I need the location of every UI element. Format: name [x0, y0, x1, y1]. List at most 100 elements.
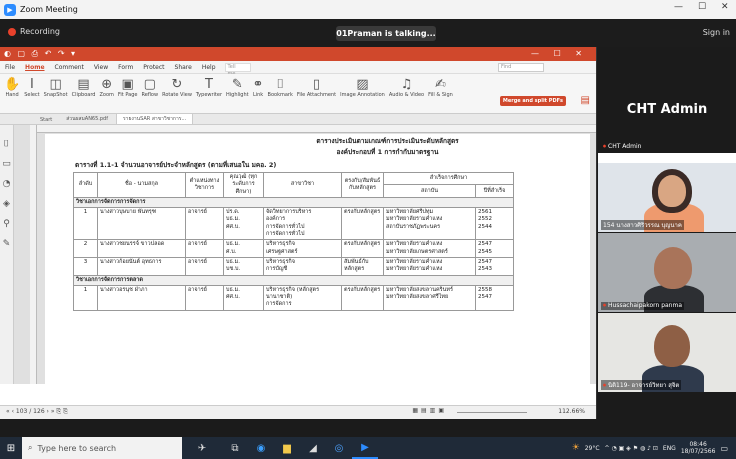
page-indicator[interactable]: 103 / 126: [16, 408, 45, 415]
signature-panel-icon[interactable]: ✎: [3, 239, 11, 249]
pages-panel-icon[interactable]: ▭: [2, 159, 11, 169]
menu-home[interactable]: Home: [20, 64, 49, 71]
chrome-icon[interactable]: ◎: [326, 437, 352, 459]
language-indicator[interactable]: ENG: [663, 445, 676, 452]
menu-form[interactable]: Form: [113, 64, 138, 71]
foxit-window-controls[interactable]: — ☐ ✕: [531, 49, 588, 58]
table-caption: ตารางที่ 1.1-1 จำนวนอาจารย์ประจำหลักสูตร…: [75, 161, 277, 169]
sign-in-link[interactable]: Sign in: [703, 28, 730, 37]
ribbon-button-audio-video[interactable]: ♫ Audio & Video: [387, 74, 426, 113]
cell-major-line: เศรษฐศาสตร์: [266, 248, 298, 255]
recording-indicator[interactable]: Recording: [8, 27, 60, 36]
snapshot-icon: ◫: [49, 77, 62, 92]
rotate-icon: ↻: [171, 77, 183, 92]
zoom-level[interactable]: 112.66%: [558, 408, 585, 415]
ribbon-button-sign[interactable]: ✍ Fill & Sign: [426, 74, 455, 113]
weather-icon[interactable]: ☀: [572, 443, 580, 453]
menu-help[interactable]: Help: [197, 64, 221, 71]
participant-tile-host[interactable]: ⏺ CHT Admin: [598, 139, 736, 151]
participant-tile-4[interactable]: ⏺ นิติ119- อาจารย์วิทยา สุจิต: [598, 313, 736, 392]
ribbon-label: Select: [24, 92, 40, 98]
merge-split-button[interactable]: Merge and split PDFs: [499, 96, 566, 106]
ribbon-button-fit-page[interactable]: ▣ Fit Page: [116, 74, 140, 113]
layers-panel-icon[interactable]: ◈: [3, 199, 10, 209]
ribbon-label: File Attachment: [296, 92, 337, 98]
menu-file[interactable]: File: [0, 64, 20, 71]
app-icon[interactable]: ◢: [300, 437, 326, 459]
windows-start-icon[interactable]: ⊞: [0, 437, 22, 459]
tab-document-1[interactable]: ส่วนผสมAN65.pdf: [60, 114, 114, 124]
group-name: วิชาเอกการจัดการการตลาด: [73, 274, 514, 286]
ribbon-button-hand[interactable]: ✋ Hand: [2, 74, 22, 113]
ribbon-button-image[interactable]: ▨ Image Annotation: [338, 74, 387, 113]
person-face: [658, 175, 686, 207]
cell-major-line: การจัดการทั่วไป: [266, 223, 305, 230]
tell-me-input[interactable]: Tell me...: [224, 62, 251, 77]
taskbar-search[interactable]: ⌕ Type here to search: [22, 437, 182, 459]
ribbon-button-zoom[interactable]: ⊕ Zoom: [97, 74, 115, 113]
find-input[interactable]: Find: [498, 63, 544, 72]
edge-icon[interactable]: ◉: [248, 437, 274, 459]
ribbon-button-link[interactable]: ⚭ Link: [251, 74, 266, 113]
hand-icon: ✋: [4, 77, 21, 92]
ribbon-button-snapshot[interactable]: ◫ SnapShot: [42, 74, 70, 113]
cortana-icon[interactable]: ✈: [182, 437, 222, 459]
participant-tile-2[interactable]: 154 นางสาวศิริวรรณ บุญนาค: [598, 153, 736, 232]
menu-share[interactable]: Share: [170, 64, 197, 71]
col-header-year: ปีที่สำเร็จ: [475, 184, 514, 198]
cell-year: 2547 2545: [475, 239, 514, 258]
clock[interactable]: 08:46 18/07/2566: [681, 441, 716, 455]
zoom-slider[interactable]: [457, 412, 527, 413]
mic-muted-icon: ⏺: [603, 382, 607, 389]
recording-label: Recording: [20, 27, 61, 36]
cell-relevance: ตรงกับหลักสูตร: [341, 207, 384, 241]
file-explorer-icon[interactable]: ▆: [274, 437, 300, 459]
cell-year-line: 2545: [478, 248, 492, 255]
maximize-button[interactable]: ☐: [698, 2, 706, 12]
cell-year: 2547 2543: [475, 256, 514, 276]
quick-access-toolbar[interactable]: ◐ ▢ ⎙ ↶ ↷ ▾: [4, 49, 77, 59]
doc-header-line-1: ตารางประเมินตามเกณฑ์การประเมินระดับหลักส…: [316, 137, 459, 145]
zoom-bottom-area: [0, 419, 736, 437]
highlight-icon: ✎: [231, 77, 243, 92]
task-view-icon[interactable]: ⧉: [222, 437, 248, 459]
temperature[interactable]: 29°C: [585, 445, 600, 452]
minimize-button[interactable]: —: [674, 2, 683, 12]
zoom-logo-icon: ▶: [4, 3, 16, 16]
menu-comment[interactable]: Comment: [50, 64, 89, 71]
notifications-icon[interactable]: ▭: [720, 444, 728, 453]
cell-major: บริหารธุรกิจ (หลักสูตร นานาชาติ) การจัดการ: [263, 284, 342, 311]
tray-icons[interactable]: ^ ◔ ▣ ◈ ⚑ ◍ ♪ ⊡: [605, 445, 658, 452]
ribbon-button-typewriter[interactable]: T Typewriter: [194, 74, 224, 113]
menu-protect[interactable]: Protect: [138, 64, 169, 71]
pdf-icon[interactable]: ▤: [581, 95, 590, 106]
ribbon-button-reflow[interactable]: ▢ Reflow: [139, 74, 160, 113]
audio-video-icon: ♫: [400, 77, 413, 92]
ribbon-button-bookmark[interactable]: ⌷ Bookmark: [266, 74, 295, 113]
menu-view[interactable]: View: [89, 64, 113, 71]
participant-name: ⏺ CHT Admin: [603, 143, 642, 150]
close-button[interactable]: ✕: [721, 2, 729, 12]
tab-document-2[interactable]: รายงานSAR สาขาวิชาการ...: [116, 113, 194, 124]
cell-name: นางสาวบุษบาย พันทรุฑ: [97, 207, 186, 241]
attachments-panel-icon[interactable]: ⚲: [3, 219, 10, 229]
participant-tile-3[interactable]: ⏺ Hussachaipakorn panma: [598, 233, 736, 312]
page-navigator[interactable]: « ‹ 103 / 126 › » ⎘ ⎘: [6, 408, 68, 416]
cell-institution: มหาวิทยาลัยรามคำแหง มหาวิทยาลัยรามคำแหง: [383, 256, 476, 276]
ribbon-label: Image Annotation: [340, 92, 385, 98]
cell-year-line: 2547: [478, 294, 492, 301]
ribbon-button-select[interactable]: I Select: [22, 74, 41, 113]
ribbon-button-highlight[interactable]: ✎ Highlight: [224, 74, 251, 113]
ribbon-button-rotate[interactable]: ↻ Rotate View: [160, 74, 194, 113]
ribbon-button-clipboard[interactable]: ▤ Clipboard: [70, 74, 98, 113]
zoom-taskbar-icon[interactable]: ▶: [352, 437, 378, 459]
reflow-icon: ▢: [143, 77, 156, 92]
tab-start[interactable]: Start: [34, 116, 58, 124]
cell-major-line: บริหารธุรกิจ: [266, 241, 295, 248]
ribbon-button-attachment[interactable]: ▯ File Attachment: [295, 74, 338, 113]
view-mode-buttons[interactable]: ▦▤▥▣: [412, 407, 447, 414]
mic-muted-icon: ⏺: [603, 302, 607, 309]
zoom-titlebar: ▶ Zoom Meeting — ☐ ✕: [0, 0, 736, 19]
bookmark-panel-icon[interactable]: ⌷: [4, 139, 9, 149]
comments-panel-icon[interactable]: ◔: [3, 179, 11, 189]
